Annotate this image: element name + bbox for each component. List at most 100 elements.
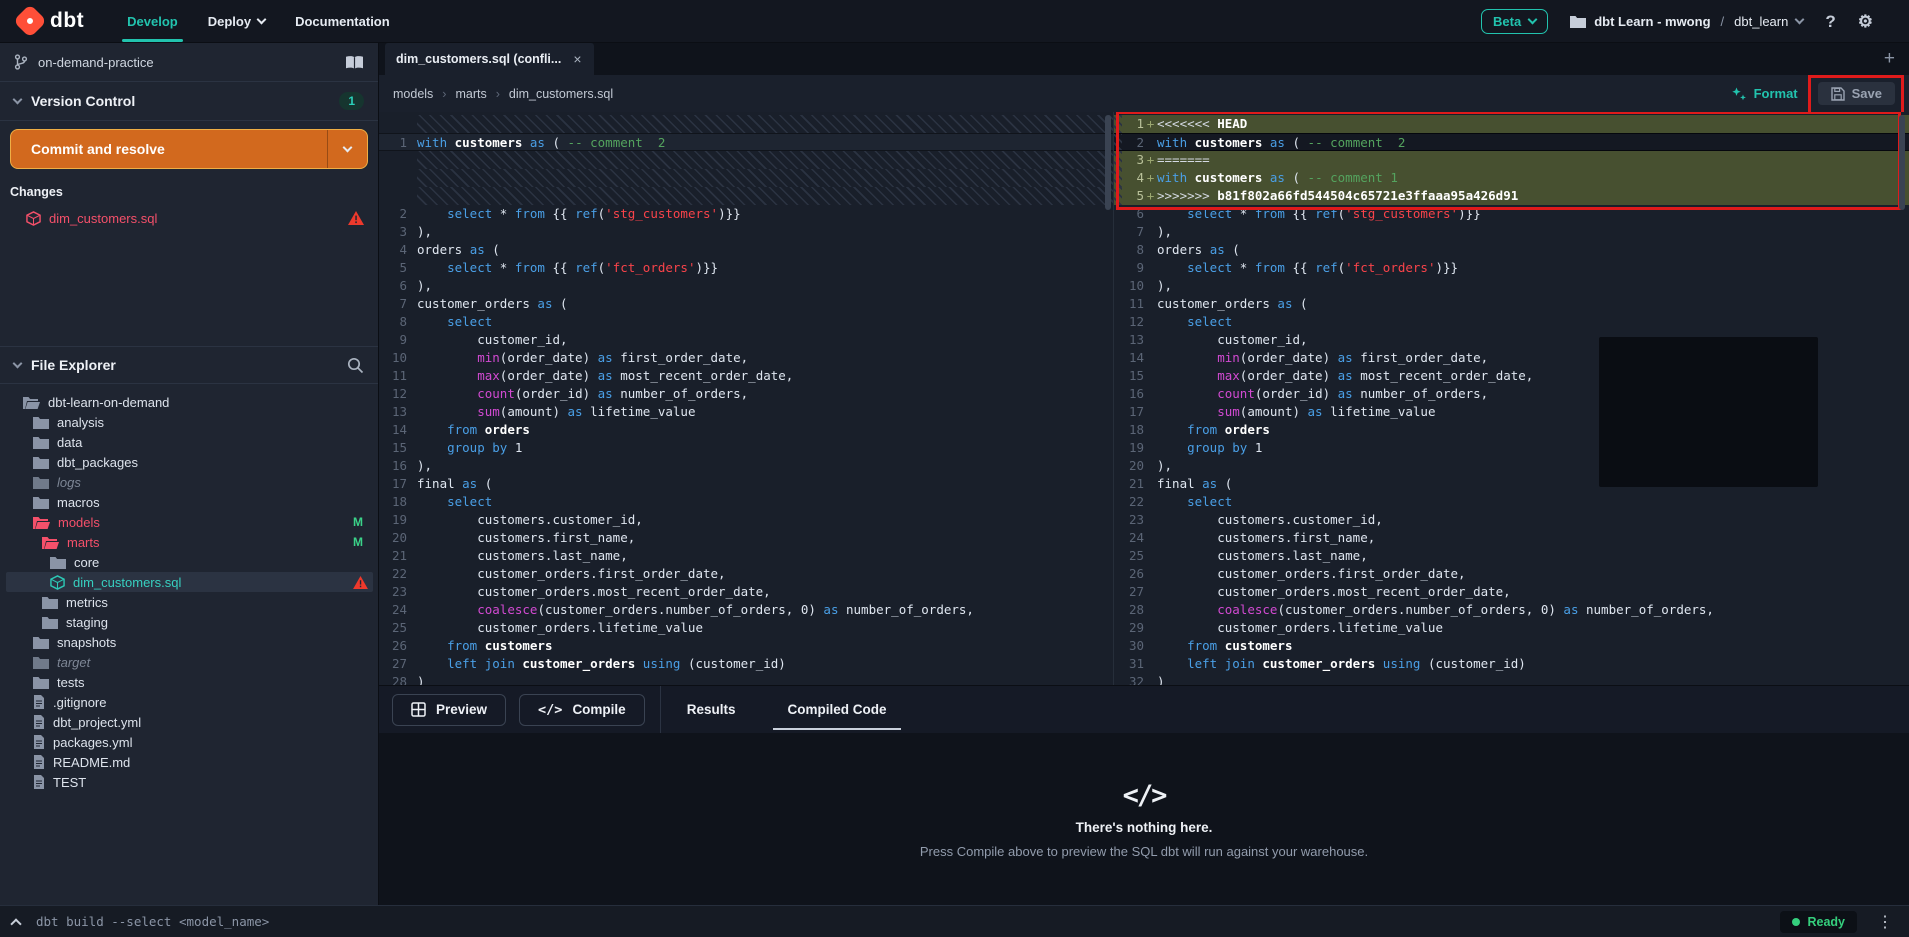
code-line[interactable]: 12 select (1114, 313, 1909, 331)
project-selector[interactable]: dbt Learn - mwong / dbt_learn (1570, 14, 1803, 29)
tree-item-data[interactable]: data (0, 432, 378, 452)
code-line[interactable]: 17final as ( (379, 475, 1113, 493)
code-line[interactable]: 1with customers as ( -- comment 2 (379, 133, 1113, 151)
code-line[interactable]: 12 count(order_id) as number_of_orders, (379, 385, 1113, 403)
code-line[interactable]: 2 select * from {{ ref('stg_customers')}… (379, 205, 1113, 223)
code-line[interactable]: 24 coalesce(customer_orders.number_of_or… (379, 601, 1113, 619)
code-line[interactable]: 32) (1114, 673, 1909, 685)
code-line[interactable]: 24 customers.first_name, (1114, 529, 1909, 547)
tab-results[interactable]: Results (661, 686, 762, 733)
code-line[interactable]: 10), (1114, 277, 1909, 295)
preview-button[interactable]: Preview (392, 694, 506, 726)
code-line[interactable]: 15 group by 1 (379, 439, 1113, 457)
compile-button[interactable]: </> Compile (519, 694, 645, 726)
code-line[interactable]: 25 customer_orders.lifetime_value (379, 619, 1113, 637)
tab-compiled-code[interactable]: Compiled Code (761, 686, 912, 733)
menu-develop[interactable]: Develop (112, 0, 193, 42)
tab-dim-customers[interactable]: dim_customers.sql (confli... × (385, 43, 594, 75)
format-button[interactable]: Format (1731, 86, 1798, 102)
code-line[interactable]: 27 customer_orders.most_recent_order_dat… (1114, 583, 1909, 601)
tree-item--gitignore[interactable]: .gitignore (0, 692, 378, 712)
code-line[interactable]: 8 select (379, 313, 1113, 331)
tree-item-dim-customers-sql[interactable]: dim_customers.sql (6, 572, 373, 592)
docs-book-icon[interactable] (345, 55, 364, 70)
close-icon[interactable]: × (573, 51, 581, 67)
gear-icon[interactable]: ⚙ (1858, 13, 1873, 30)
help-icon[interactable]: ? (1825, 13, 1835, 30)
code-line[interactable]: 20 customers.first_name, (379, 529, 1113, 547)
code-line[interactable]: 6 select * from {{ ref('stg_customers')}… (1114, 205, 1909, 223)
version-control-header[interactable]: Version Control 1 (0, 82, 378, 121)
code-line[interactable]: 2with customers as ( -- comment 2 (1114, 133, 1909, 151)
search-icon[interactable] (347, 357, 364, 374)
code-line[interactable]: 10 min(order_date) as first_order_date, (379, 349, 1113, 367)
branch-selector[interactable]: on-demand-practice (0, 43, 378, 82)
tree-item-core[interactable]: core (0, 552, 378, 572)
code-line[interactable]: 27 left join customer_orders using (cust… (379, 655, 1113, 673)
breadcrumb-marts[interactable]: marts (455, 87, 486, 101)
code-line[interactable]: 19 customers.customer_id, (379, 511, 1113, 529)
scrollbar-thumb[interactable] (1899, 115, 1905, 210)
code-line[interactable]: 29 customer_orders.lifetime_value (1114, 619, 1909, 637)
tree-item-models[interactable]: modelsM (0, 512, 378, 532)
code-line[interactable]: 9 select * from {{ ref('fct_orders')}} (1114, 259, 1909, 277)
conflict-separator-line[interactable]: 3+======= (1114, 151, 1909, 169)
tree-item-metrics[interactable]: metrics (0, 592, 378, 612)
menu-deploy[interactable]: Deploy (193, 0, 280, 42)
code-line[interactable]: 30 from customers (1114, 637, 1909, 655)
code-line[interactable]: 21 customers.last_name, (379, 547, 1113, 565)
code-line[interactable]: 14 from orders (379, 421, 1113, 439)
code-line[interactable]: 22 customer_orders.first_order_date, (379, 565, 1113, 583)
tree-item-test[interactable]: TEST (0, 772, 378, 792)
commit-options-dropdown[interactable] (327, 130, 367, 168)
tree-item-marts[interactable]: martsM (0, 532, 378, 552)
dbt-logo[interactable]: dbt (18, 9, 84, 33)
beta-button[interactable]: Beta (1481, 9, 1548, 34)
code-line[interactable]: 16), (379, 457, 1113, 475)
scrollbar-thumb[interactable] (1105, 115, 1111, 210)
chevron-up-icon[interactable] (10, 918, 21, 929)
code-line[interactable]: 23 customer_orders.most_recent_order_dat… (379, 583, 1113, 601)
conflict-hash-line[interactable]: 5+>>>>>>> b81f802a66fd544504c65721e3ffaa… (1114, 187, 1909, 205)
code-line[interactable]: 7), (1114, 223, 1909, 241)
code-line[interactable]: 18 select (379, 493, 1113, 511)
code-line[interactable]: 11 max(order_date) as most_recent_order_… (379, 367, 1113, 385)
file-explorer-header[interactable]: File Explorer (0, 346, 378, 384)
command-input[interactable]: dbt build --select <model_name> (36, 914, 1764, 929)
code-line[interactable]: 22 select (1114, 493, 1909, 511)
tree-item-snapshots[interactable]: snapshots (0, 632, 378, 652)
code-line[interactable]: 9 customer_id, (379, 331, 1113, 349)
code-line[interactable]: 8orders as ( (1114, 241, 1909, 259)
commit-and-resolve-button[interactable]: Commit and resolve (10, 129, 368, 169)
code-line[interactable]: 6), (379, 277, 1113, 295)
kebab-menu-icon[interactable]: ⋮ (1873, 912, 1897, 932)
code-line[interactable]: 13 sum(amount) as lifetime_value (379, 403, 1113, 421)
code-line[interactable]: 26 customer_orders.first_order_date, (1114, 565, 1909, 583)
code-line[interactable]: 23 customers.customer_id, (1114, 511, 1909, 529)
tree-item-dbt-project-yml[interactable]: dbt_project.yml (0, 712, 378, 732)
tree-item-packages-yml[interactable]: packages.yml (0, 732, 378, 752)
code-line[interactable]: 7customer_orders as ( (379, 295, 1113, 313)
code-line[interactable]: 28) (379, 673, 1113, 685)
code-line[interactable]: 5 select * from {{ ref('fct_orders')}} (379, 259, 1113, 277)
tree-item-logs[interactable]: logs (0, 472, 378, 492)
tree-item-macros[interactable]: macros (0, 492, 378, 512)
tree-item-target[interactable]: target (0, 652, 378, 672)
code-line[interactable]: 25 customers.last_name, (1114, 547, 1909, 565)
tree-item-staging[interactable]: staging (0, 612, 378, 632)
code-line[interactable]: 4orders as ( (379, 241, 1113, 259)
conflict-head-line[interactable]: 1+<<<<<<< HEAD (1114, 115, 1909, 133)
tree-item-dbt-learn-on-demand[interactable]: dbt-learn-on-demand (0, 392, 378, 412)
code-line[interactable]: 28 coalesce(customer_orders.number_of_or… (1114, 601, 1909, 619)
new-tab-button[interactable]: + (1884, 48, 1895, 70)
save-button[interactable]: Save (1818, 82, 1895, 105)
tree-item-dbt-packages[interactable]: dbt_packages (0, 452, 378, 472)
tree-item-tests[interactable]: tests (0, 672, 378, 692)
tree-item-readme-md[interactable]: README.md (0, 752, 378, 772)
menu-documentation[interactable]: Documentation (280, 0, 405, 42)
code-line[interactable]: 3), (379, 223, 1113, 241)
changed-file-row[interactable]: dim_customers.sql (0, 207, 378, 229)
tree-item-analysis[interactable]: analysis (0, 412, 378, 432)
breadcrumb-models[interactable]: models (393, 87, 433, 101)
code-line[interactable]: 26 from customers (379, 637, 1113, 655)
